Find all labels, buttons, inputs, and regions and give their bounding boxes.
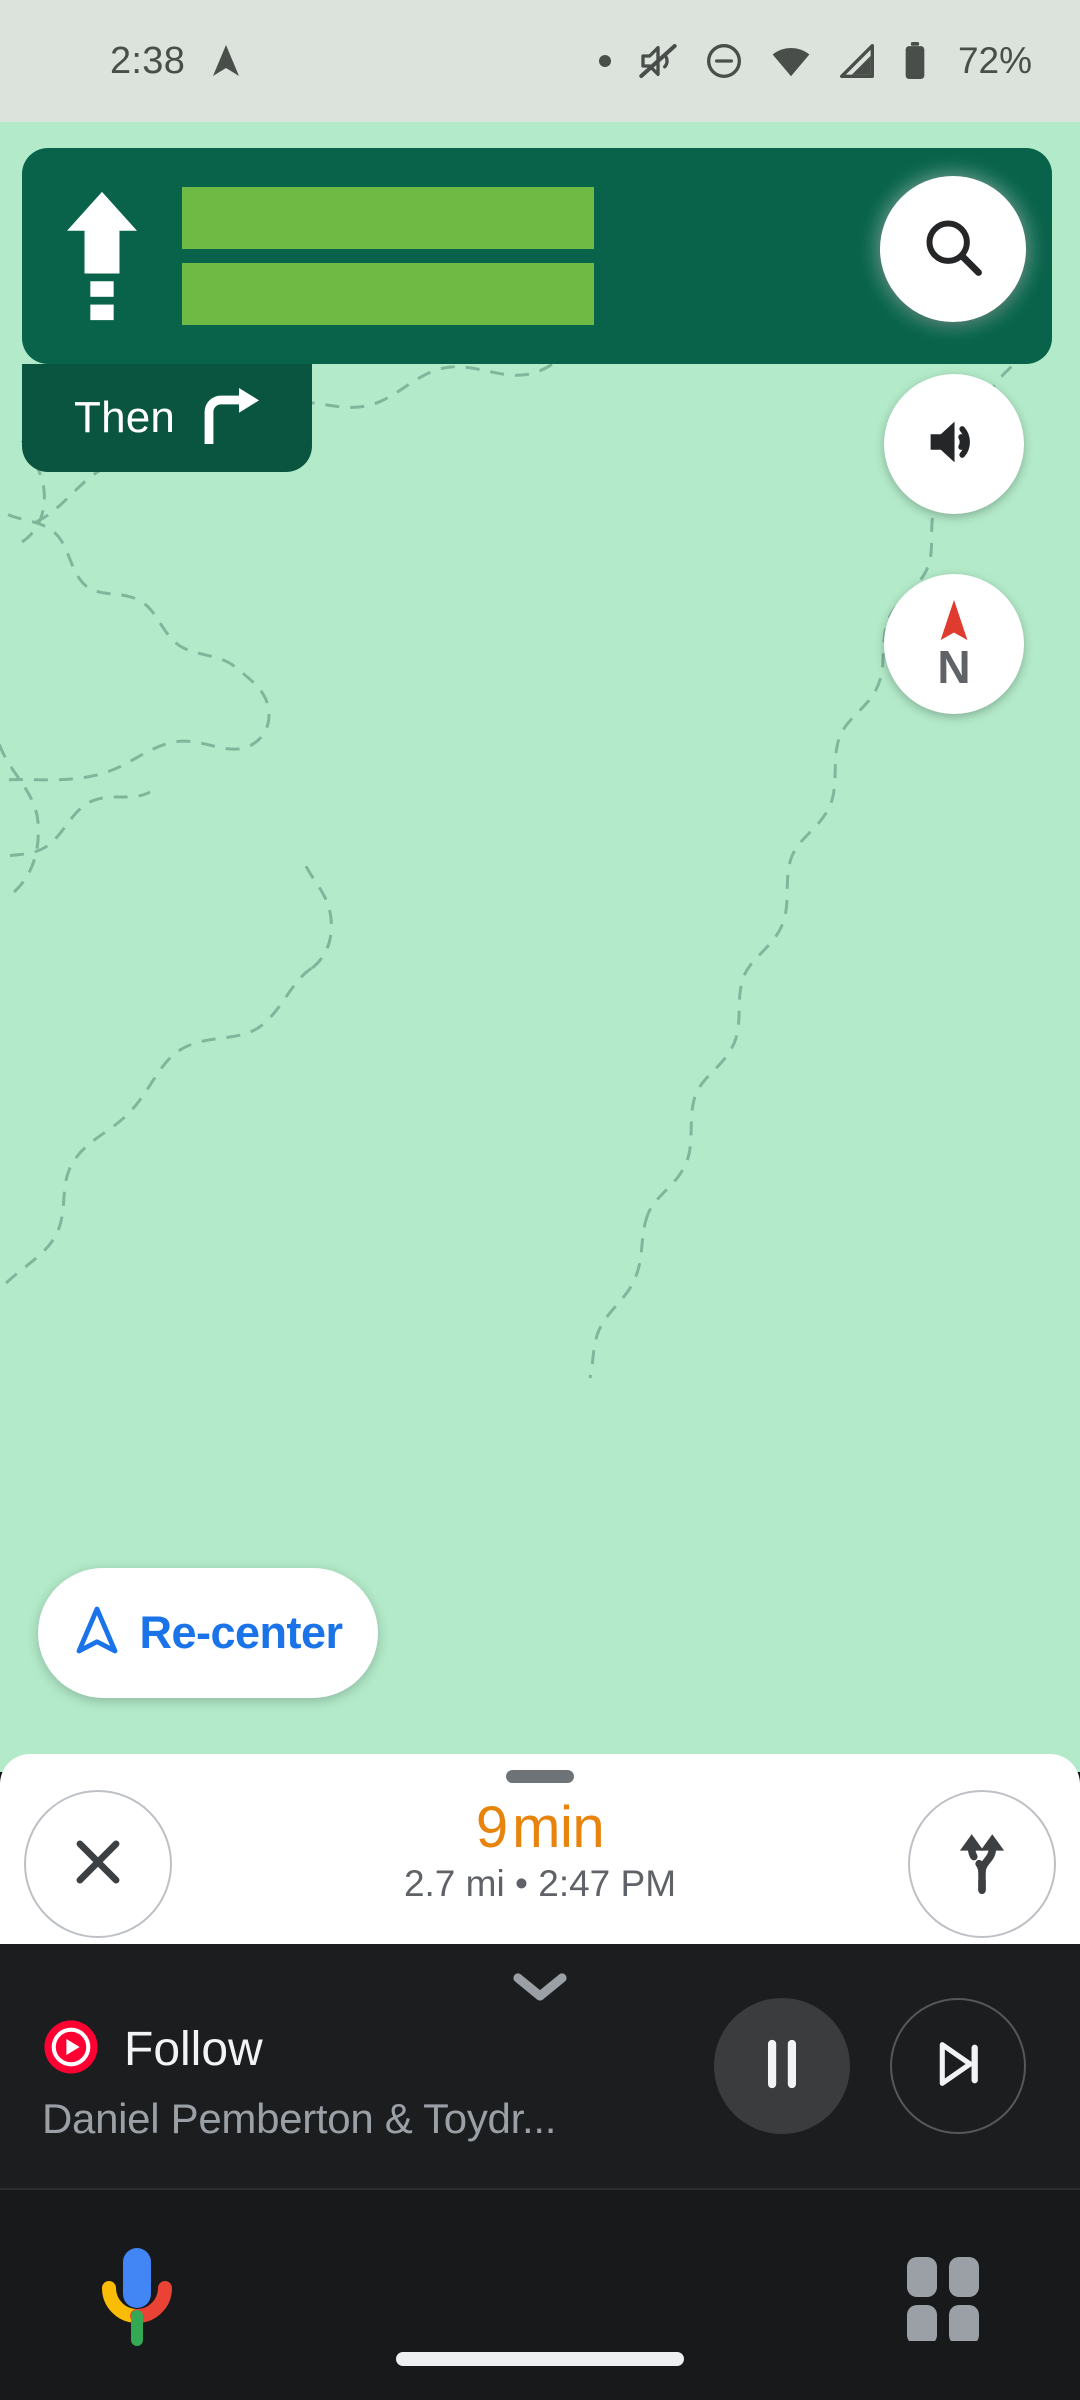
recenter-button[interactable]: Re-center xyxy=(38,1568,378,1698)
volume-on-icon xyxy=(921,409,987,480)
recenter-label: Re-center xyxy=(139,1607,343,1658)
eta-duration-value: 9 xyxy=(475,1794,508,1860)
pause-button[interactable] xyxy=(714,1998,850,2134)
media-title-row: Follow xyxy=(42,2018,556,2081)
pause-icon xyxy=(757,2035,807,2098)
eta-details: 2.7 mi • 2:47 PM xyxy=(404,1863,676,1905)
street-name-redacted-group xyxy=(182,187,594,325)
eta-separator: • xyxy=(515,1862,528,1904)
skip-next-icon xyxy=(929,2035,987,2098)
eta-bottom-sheet[interactable]: 9 min 2.7 mi • 2:47 PM xyxy=(0,1754,1080,1944)
google-assistant-mic-icon xyxy=(91,2244,183,2355)
sound-toggle-button[interactable] xyxy=(884,374,1024,514)
search-icon xyxy=(919,213,987,286)
street-name-redacted-line-2 xyxy=(182,263,594,325)
youtube-music-icon xyxy=(42,2018,100,2081)
chevron-down-icon xyxy=(511,1970,569,2007)
eta-distance: 2.7 mi xyxy=(403,1862,505,1904)
collapse-media-button[interactable] xyxy=(505,1970,575,2006)
status-bar-clock: 2:38 xyxy=(110,39,186,82)
eta-duration-unit: min xyxy=(512,1794,605,1860)
navigation-arrow-icon xyxy=(73,1605,121,1662)
street-name-redacted-line-1 xyxy=(182,187,594,249)
wifi-icon xyxy=(770,44,812,78)
next-track-button[interactable] xyxy=(890,1998,1026,2134)
status-bar: 2:38 72% xyxy=(0,0,1080,122)
dot-indicator-icon xyxy=(598,54,612,68)
status-bar-left: 2:38 xyxy=(110,40,241,83)
media-artist-name: Daniel Pemberton & Toydr... xyxy=(42,2095,557,2142)
home-indicator-bar[interactable] xyxy=(396,2352,684,2366)
route-alternatives-icon xyxy=(946,1826,1018,1903)
system-navigation-bar xyxy=(0,2188,1080,2400)
apps-grid-icon xyxy=(899,2253,987,2346)
eta-arrival-time: 2:47 PM xyxy=(538,1862,677,1904)
compass-button[interactable]: N xyxy=(884,574,1024,714)
media-track-title: Follow xyxy=(124,2023,263,2076)
then-label: Then xyxy=(74,393,176,442)
eta-duration: 9 min xyxy=(475,1794,605,1861)
media-metadata: Follow Daniel Pemberton & Toydr... xyxy=(42,2018,556,2143)
compass-north-label: N xyxy=(937,640,971,693)
cellular-signal-icon xyxy=(838,44,876,78)
location-arrow-icon xyxy=(211,43,241,79)
search-button[interactable] xyxy=(880,176,1026,322)
vibrate-off-icon xyxy=(638,41,678,81)
status-bar-right: 72% xyxy=(598,40,1032,82)
turn-right-icon xyxy=(197,387,265,449)
battery-icon xyxy=(902,42,928,80)
battery-percentage: 72% xyxy=(957,40,1032,81)
google-assistant-button[interactable] xyxy=(78,2240,196,2358)
then-maneuver-card[interactable]: Then xyxy=(22,364,312,472)
route-alternatives-button[interactable] xyxy=(908,1790,1056,1938)
do-not-disturb-icon xyxy=(704,41,744,81)
straight-ahead-arrow-icon xyxy=(22,188,182,324)
media-player-panel[interactable]: Follow Daniel Pemberton & Toydr... xyxy=(0,1944,1080,2188)
apps-grid-button[interactable] xyxy=(884,2240,1002,2358)
